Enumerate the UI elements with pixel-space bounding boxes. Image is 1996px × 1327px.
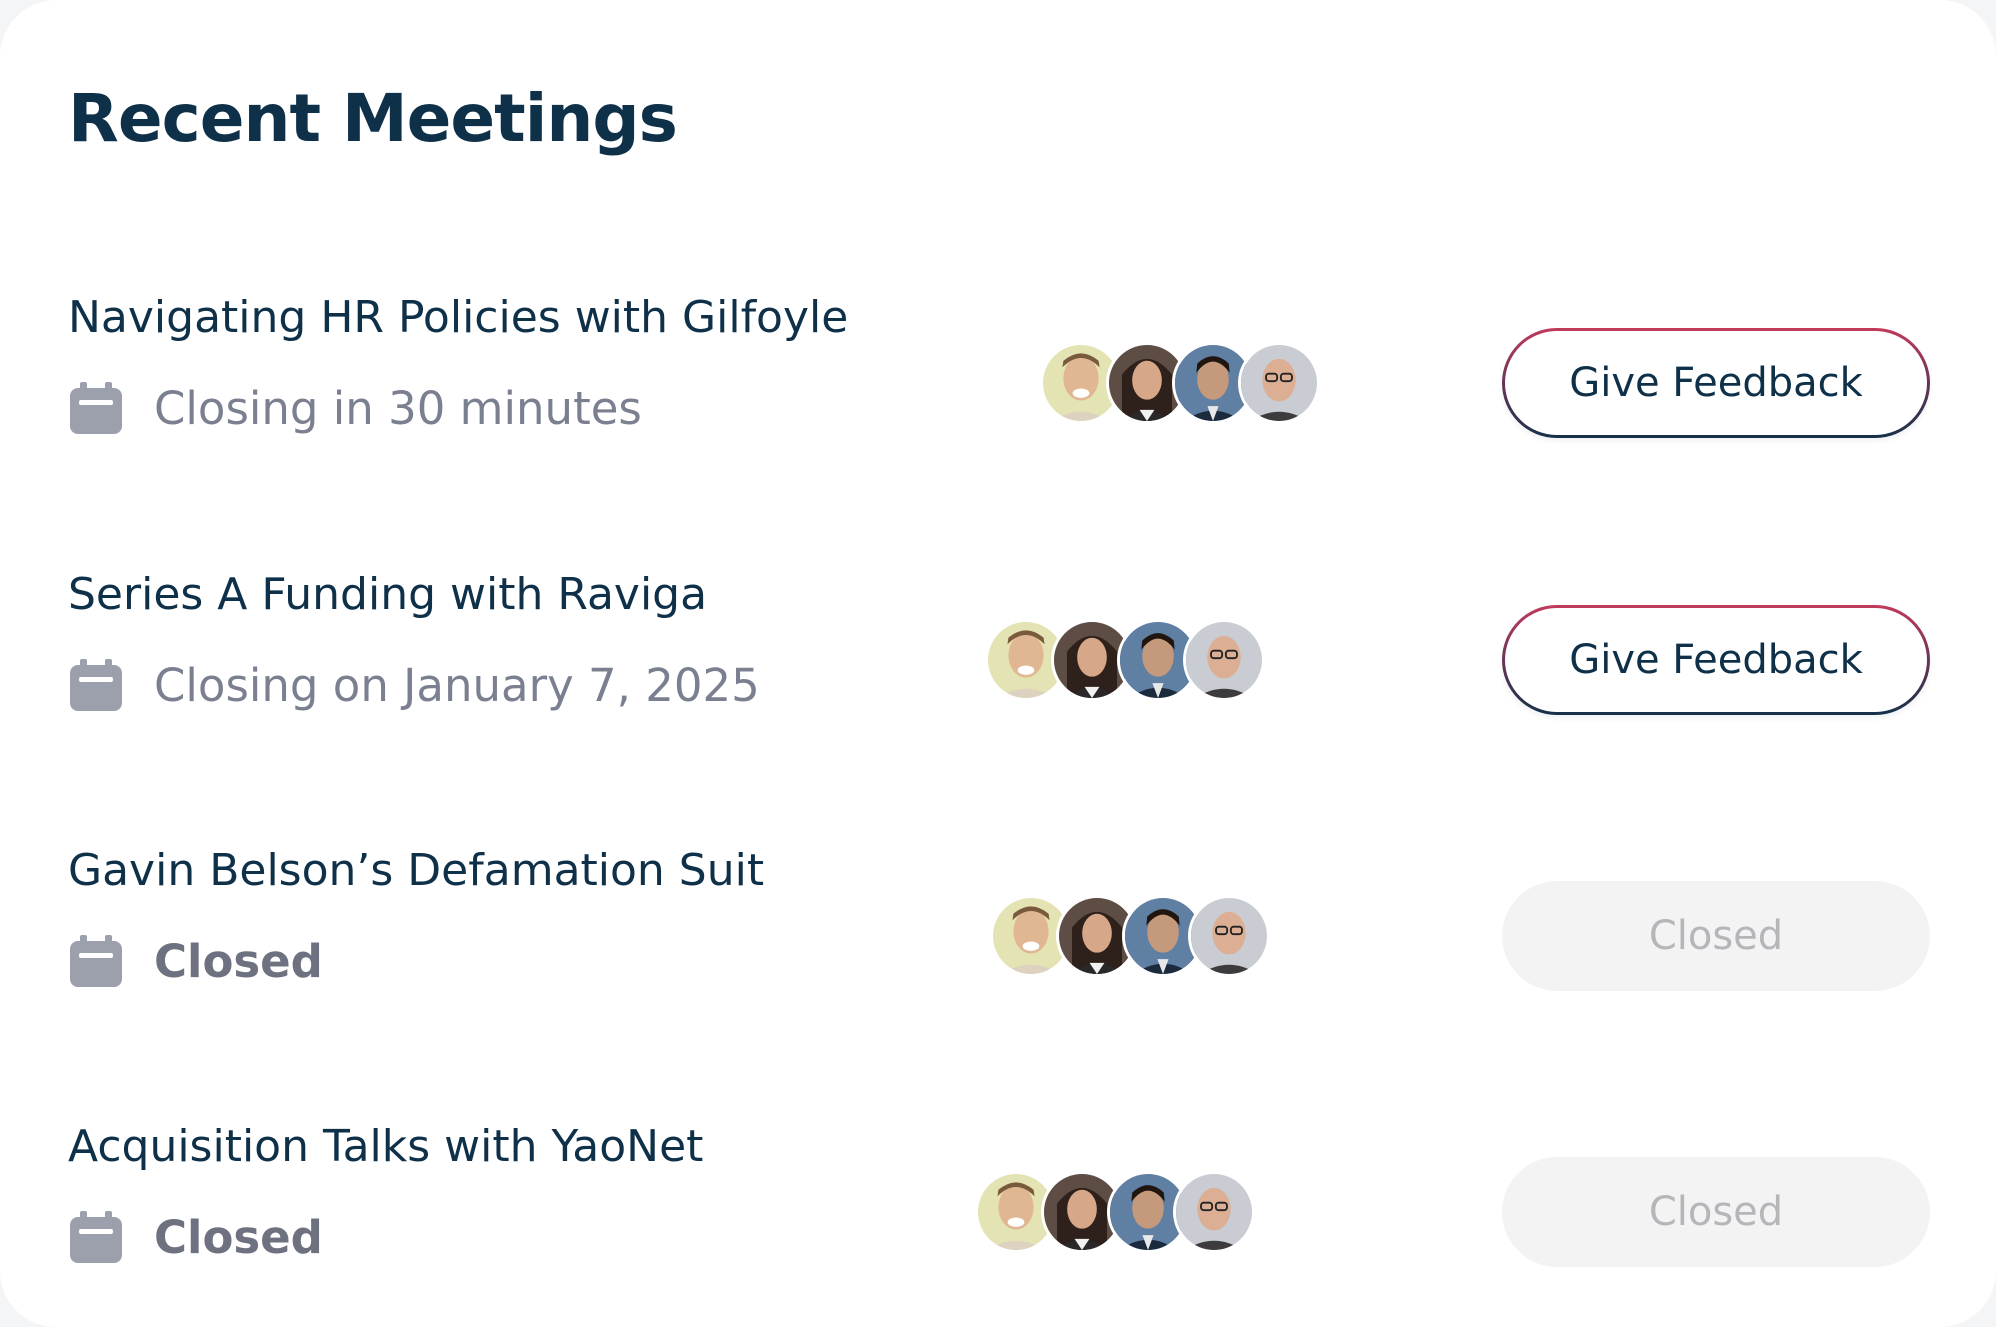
calendar-icon: [70, 1211, 122, 1263]
meeting-title: Navigating HR Policies with Gilfoyle: [68, 292, 849, 343]
meeting-title: Series A Funding with Raviga: [68, 569, 708, 620]
give-feedback-button[interactable]: Give Feedback: [1502, 328, 1930, 438]
participant-avatars: [985, 619, 1265, 701]
closed-button: Closed: [1502, 1157, 1930, 1267]
meeting-row: Series A Funding with Raviga Closing on …: [0, 565, 1996, 765]
calendar-icon: [70, 935, 122, 987]
calendar-icon: [70, 659, 122, 711]
participant-avatars: [990, 895, 1270, 977]
meeting-row: Navigating HR Policies with Gilfoyle Clo…: [0, 288, 1996, 488]
status-text: Closing in 30 minutes: [154, 381, 642, 435]
recent-meetings-card: Recent Meetings Navigating HR Policies w…: [0, 0, 1996, 1327]
status-text: Closed: [154, 934, 323, 988]
status-text: Closed: [154, 1210, 323, 1264]
avatar[interactable]: [1238, 342, 1320, 424]
avatar[interactable]: [1173, 1171, 1255, 1253]
meeting-row: Acquisition Talks with YaoNet Closed Clo…: [0, 1117, 1996, 1317]
participant-avatars: [975, 1171, 1255, 1253]
meeting-status: Closing on January 7, 2025: [68, 653, 760, 717]
avatar[interactable]: [1188, 895, 1270, 977]
meeting-status: Closed: [68, 929, 323, 993]
meeting-title: Acquisition Talks with YaoNet: [68, 1121, 704, 1172]
status-text: Closing on January 7, 2025: [154, 658, 760, 712]
closed-button: Closed: [1502, 881, 1930, 991]
calendar-icon: [70, 382, 122, 434]
meeting-row: Gavin Belson’s Defamation Suit Closed Cl…: [0, 841, 1996, 1041]
avatar[interactable]: [1183, 619, 1265, 701]
give-feedback-button[interactable]: Give Feedback: [1502, 605, 1930, 715]
meeting-title: Gavin Belson’s Defamation Suit: [68, 845, 765, 896]
meeting-status: Closed: [68, 1205, 323, 1269]
page-title: Recent Meetings: [68, 80, 678, 157]
meeting-status: Closing in 30 minutes: [68, 376, 642, 440]
participant-avatars: [1040, 342, 1320, 424]
